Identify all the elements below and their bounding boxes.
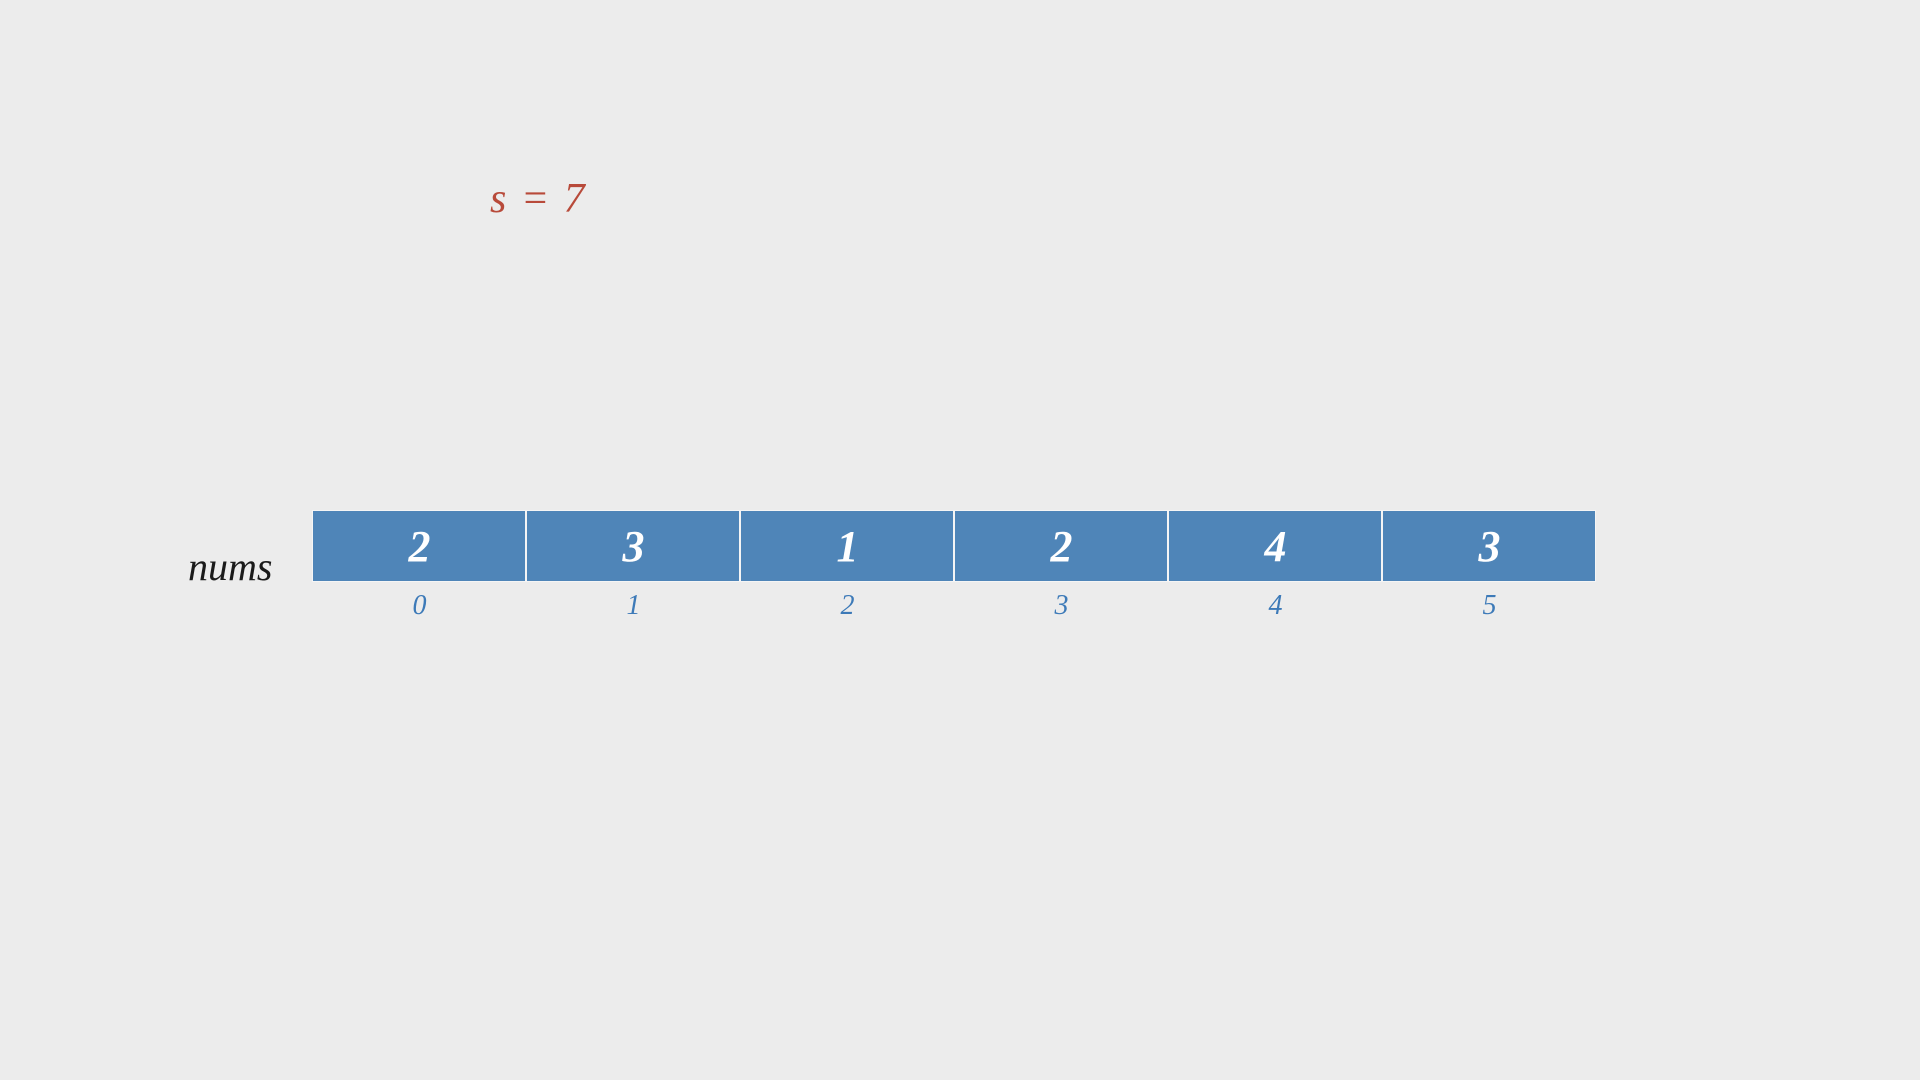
cell-index: 4 [1268,590,1282,622]
cell-index: 3 [1054,590,1068,622]
array-cell: 3 [526,510,740,582]
array-name-label: nums [188,543,272,590]
array-cell-wrapper: 1 2 [740,510,954,622]
cell-value: 3 [1478,521,1500,572]
cell-value: 4 [1264,521,1286,572]
cell-value: 1 [836,521,858,572]
cell-index: 1 [626,590,640,622]
array-cell: 3 [1382,510,1596,582]
array-cell-wrapper: 3 5 [1382,510,1596,622]
array-cell-wrapper: 2 0 [312,510,526,622]
array-cell: 2 [312,510,526,582]
cell-value: 3 [622,521,644,572]
target-sum-label: s = 7 [490,175,587,223]
cell-value: 2 [1050,521,1072,572]
array-container: nums 2 0 3 1 1 2 2 3 [188,510,1596,622]
array-cells: 2 0 3 1 1 2 2 3 4 [312,510,1596,622]
array-cell-wrapper: 2 3 [954,510,1168,622]
cell-index: 0 [412,590,426,622]
cell-value: 2 [408,521,430,572]
cell-index: 2 [840,590,854,622]
array-cell: 2 [954,510,1168,582]
array-cell-wrapper: 3 1 [526,510,740,622]
array-cell: 4 [1168,510,1382,582]
array-cell: 1 [740,510,954,582]
cell-index: 5 [1482,590,1496,622]
array-cell-wrapper: 4 4 [1168,510,1382,622]
